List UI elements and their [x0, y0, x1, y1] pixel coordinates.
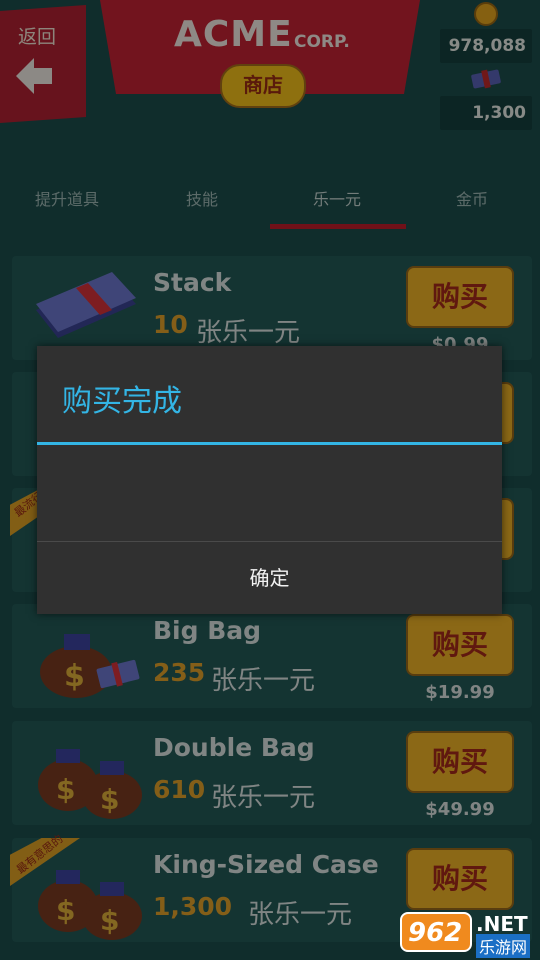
watermark-domain: .NET: [476, 912, 528, 936]
purchase-complete-dialog: 购买完成 确定: [37, 346, 502, 614]
dialog-title: 购买完成: [62, 384, 182, 419]
confirm-button[interactable]: 确定: [37, 542, 502, 614]
dialog-title-divider: [37, 442, 502, 445]
watermark-site-name: 乐游网: [476, 934, 531, 958]
site-watermark: 962 .NET 乐游网: [400, 910, 536, 958]
watermark-number: 962: [408, 918, 463, 948]
watermark-badge: 962: [400, 912, 472, 952]
